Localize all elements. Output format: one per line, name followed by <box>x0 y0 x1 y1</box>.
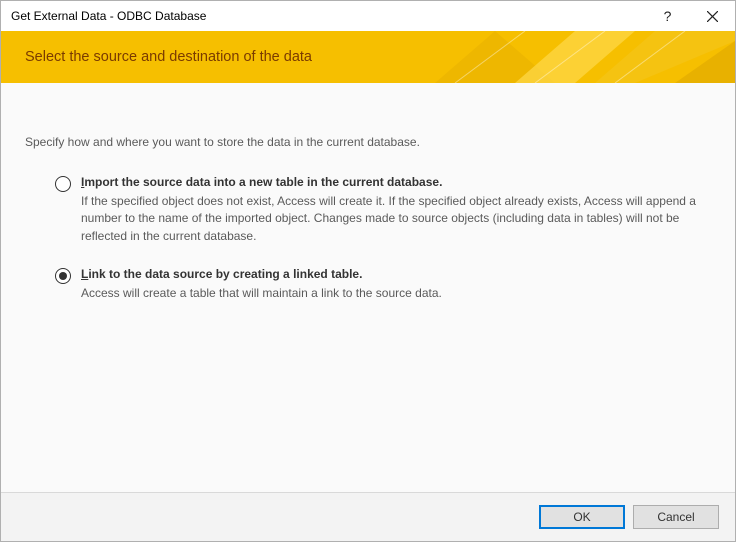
option-import-title: Import the source data into a new table … <box>81 175 711 189</box>
window-title: Get External Data - ODBC Database <box>1 9 645 23</box>
radio-import[interactable] <box>55 176 71 192</box>
intro-text: Specify how and where you want to store … <box>25 135 711 149</box>
option-link[interactable]: Link to the data source by creating a li… <box>25 267 711 302</box>
option-import[interactable]: Import the source data into a new table … <box>25 175 711 245</box>
close-button[interactable] <box>690 1 735 31</box>
option-link-text: Link to the data source by creating a li… <box>81 267 711 302</box>
window-controls: ? <box>645 1 735 31</box>
ok-button[interactable]: OK <box>539 505 625 529</box>
option-link-title: Link to the data source by creating a li… <box>81 267 711 281</box>
cancel-button[interactable]: Cancel <box>633 505 719 529</box>
titlebar: Get External Data - ODBC Database ? <box>1 1 735 31</box>
banner: Select the source and destination of the… <box>1 31 735 83</box>
dialog-body: Specify how and where you want to store … <box>1 83 735 492</box>
dialog-footer: OK Cancel <box>1 492 735 541</box>
option-import-desc: If the specified object does not exist, … <box>81 193 711 245</box>
option-link-desc: Access will create a table that will mai… <box>81 285 711 302</box>
option-import-text: Import the source data into a new table … <box>81 175 711 245</box>
dialog-window: Get External Data - ODBC Database ? Sele… <box>0 0 736 542</box>
banner-decoration <box>375 31 735 83</box>
close-icon <box>707 11 718 22</box>
help-button[interactable]: ? <box>645 1 690 31</box>
radio-link[interactable] <box>55 268 71 284</box>
banner-heading: Select the source and destination of the… <box>1 49 312 65</box>
